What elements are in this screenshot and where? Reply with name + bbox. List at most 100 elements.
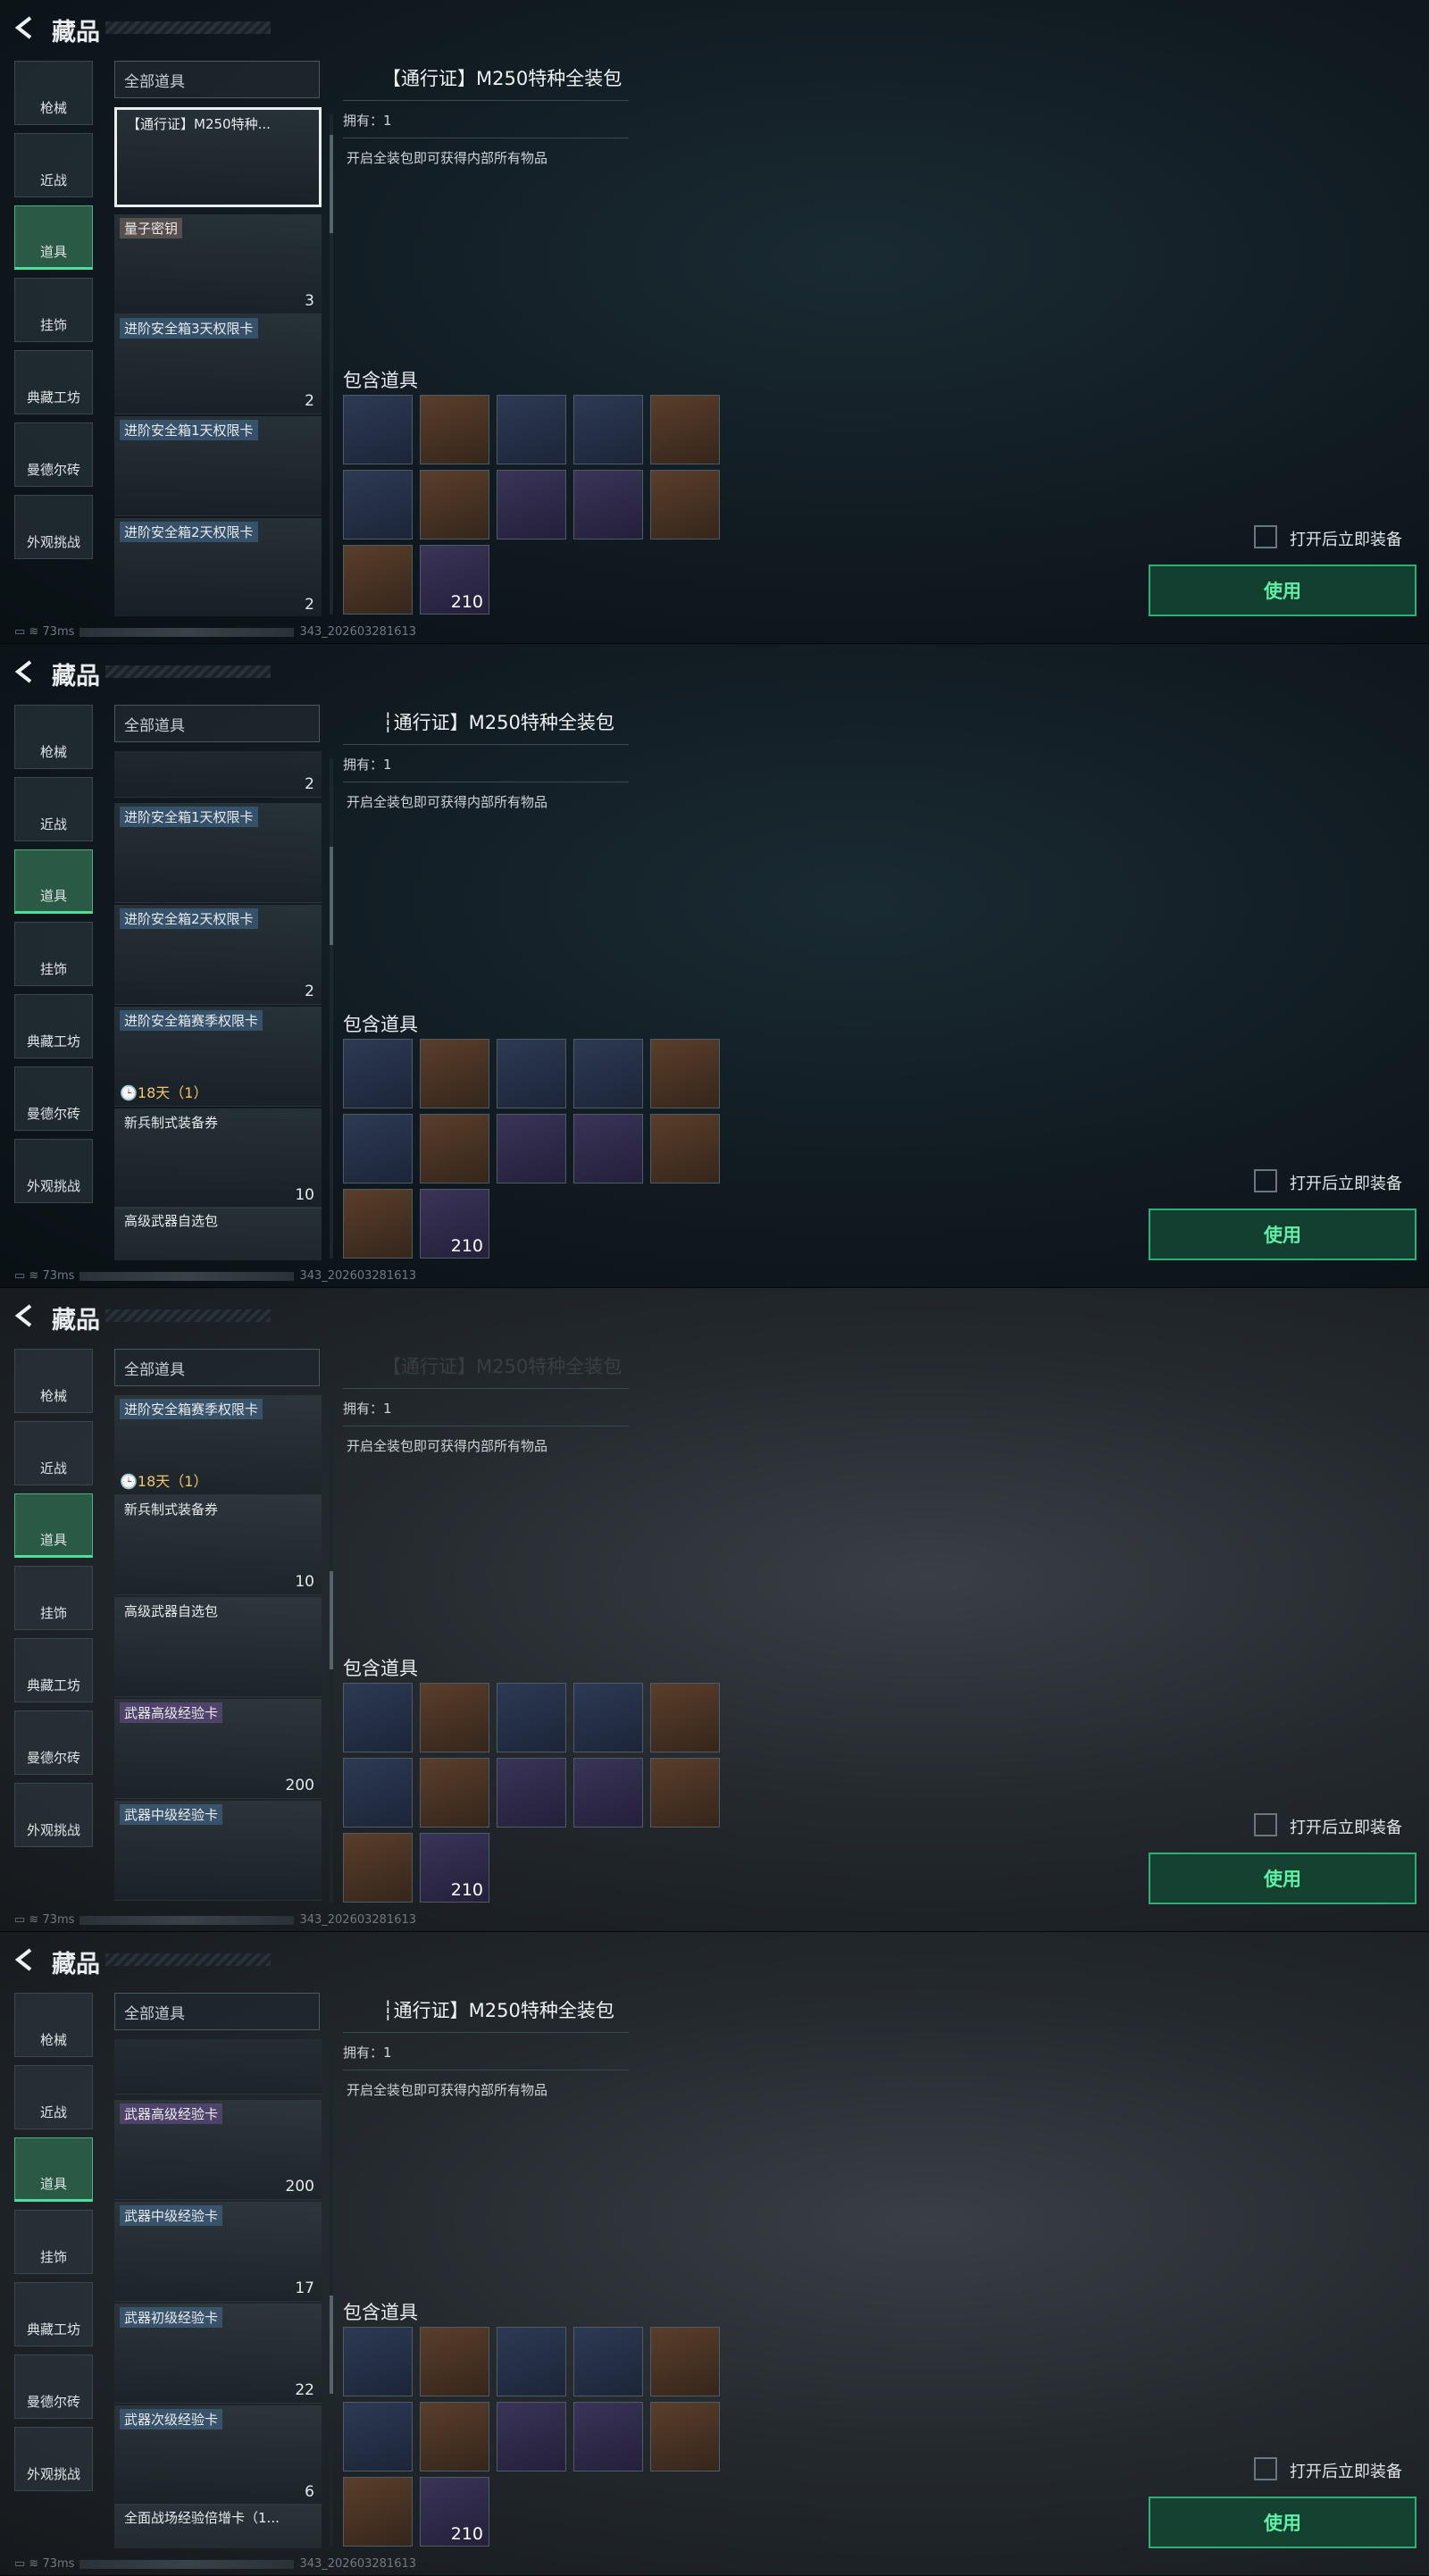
category-tab[interactable]: 外观挑战 (14, 2427, 93, 2491)
use-button[interactable]: 使用 (1149, 1853, 1416, 1904)
included-item[interactable] (420, 470, 489, 539)
included-item[interactable] (573, 395, 643, 464)
list-item[interactable]: 进阶安全箱赛季权限卡 🕒18天（1） (114, 1395, 322, 1495)
back-button[interactable] (13, 1302, 39, 1329)
included-item[interactable]: 210 (420, 1189, 489, 1259)
included-item[interactable] (650, 1758, 720, 1827)
list-item[interactable]: 高级武器自选包 (114, 1207, 322, 1260)
filter-dropdown[interactable]: 全部道具 (114, 1993, 320, 2030)
included-item[interactable] (343, 395, 413, 464)
category-tab[interactable]: 挂饰 (14, 278, 93, 342)
included-item[interactable] (650, 395, 720, 464)
included-item[interactable] (497, 395, 566, 464)
category-tab[interactable]: 外观挑战 (14, 495, 93, 559)
list-item[interactable]: 进阶安全箱1天权限卡 (114, 803, 322, 903)
category-tab[interactable]: 典藏工坊 (14, 350, 93, 414)
category-tab[interactable]: 枪械 (14, 61, 93, 125)
list-item[interactable]: 进阶安全箱3天权限卡 2 (114, 314, 322, 414)
included-item[interactable] (497, 1039, 566, 1108)
included-item[interactable] (573, 2327, 643, 2396)
list-item[interactable]: 量子密钥 3 (114, 214, 322, 314)
category-tab[interactable]: 挂饰 (14, 2210, 93, 2274)
category-tab[interactable]: 曼德尔砖 (14, 2354, 93, 2419)
category-tab[interactable]: 典藏工坊 (14, 1638, 93, 1702)
back-button[interactable] (13, 658, 39, 685)
included-item[interactable] (343, 1039, 413, 1108)
included-item[interactable]: 210 (420, 1833, 489, 1903)
included-item[interactable] (343, 470, 413, 539)
equip-checkbox[interactable] (1254, 2457, 1277, 2480)
list-item[interactable]: 武器高级经验卡 200 (114, 1699, 322, 1799)
back-button[interactable] (13, 14, 39, 41)
included-item[interactable] (650, 2327, 720, 2396)
category-tab[interactable]: 近战 (14, 1421, 93, 1485)
included-item[interactable]: 210 (420, 2477, 489, 2547)
back-button[interactable] (13, 1946, 39, 1973)
item-list[interactable]: 【通行证】M250特种... 量子密钥 3 进阶安全箱3天权限卡 2 进阶安全箱1天权限卡… (114, 107, 322, 616)
included-item[interactable] (420, 1114, 489, 1183)
included-item[interactable] (343, 1114, 413, 1183)
included-item[interactable] (343, 1683, 413, 1752)
included-item[interactable] (497, 1114, 566, 1183)
item-list[interactable]: 武器高级经验卡 200 武器中级经验卡 17 武器初级经验卡 22 武器次级经验卡 6 全面战场… (114, 2039, 322, 2548)
included-item[interactable] (650, 1683, 720, 1752)
equip-checkbox[interactable] (1254, 1813, 1277, 1836)
list-item[interactable]: 武器高级经验卡 200 (114, 2100, 322, 2200)
equip-checkbox[interactable] (1254, 525, 1277, 548)
included-item[interactable] (497, 470, 566, 539)
included-item[interactable] (650, 1039, 720, 1108)
category-tab[interactable]: 枪械 (14, 1349, 93, 1413)
list-item[interactable]: 进阶安全箱2天权限卡 2 (114, 518, 322, 616)
scrollbar-thumb[interactable] (330, 2296, 333, 2394)
included-item[interactable] (650, 2402, 720, 2471)
list-item[interactable]: 【通行证】M250特种... (114, 107, 322, 207)
list-item[interactable]: 武器次级经验卡 6 (114, 2405, 322, 2505)
list-scrollbar[interactable] (330, 2046, 333, 2547)
list-scrollbar[interactable] (330, 1402, 333, 1903)
included-item[interactable] (420, 1039, 489, 1108)
category-tab[interactable]: 道具 (14, 1493, 93, 1558)
category-tab[interactable]: 外观挑战 (14, 1139, 93, 1203)
scrollbar-thumb[interactable] (330, 847, 333, 945)
included-item[interactable] (420, 1758, 489, 1827)
use-button[interactable]: 使用 (1149, 2497, 1416, 2548)
list-item[interactable]: 2 (114, 751, 322, 798)
included-item[interactable] (573, 1758, 643, 1827)
list-item[interactable] (114, 2039, 322, 2095)
equip-checkbox[interactable] (1254, 1169, 1277, 1192)
list-scrollbar[interactable] (330, 114, 333, 615)
included-item[interactable] (420, 1683, 489, 1752)
category-tab[interactable]: 典藏工坊 (14, 994, 93, 1058)
category-tab[interactable]: 曼德尔砖 (14, 1066, 93, 1131)
filter-dropdown[interactable]: 全部道具 (114, 1349, 320, 1386)
included-item[interactable] (497, 1758, 566, 1827)
included-item[interactable] (573, 1683, 643, 1752)
included-item[interactable] (343, 545, 413, 615)
included-item[interactable] (650, 1114, 720, 1183)
scrollbar-thumb[interactable] (330, 135, 333, 233)
filter-dropdown[interactable]: 全部道具 (114, 705, 320, 742)
list-item[interactable]: 全面战场经验倍增卡（1... (114, 2504, 322, 2548)
scrollbar-thumb[interactable] (330, 1571, 333, 1669)
category-tab[interactable]: 挂饰 (14, 1566, 93, 1630)
category-tab[interactable]: 近战 (14, 133, 93, 197)
included-item[interactable] (343, 2477, 413, 2547)
category-tab[interactable]: 道具 (14, 205, 93, 270)
included-item[interactable] (573, 1114, 643, 1183)
included-item[interactable]: 210 (420, 545, 489, 615)
list-item[interactable]: 新兵制式装备券 10 (114, 1495, 322, 1595)
included-item[interactable] (497, 2327, 566, 2396)
category-tab[interactable]: 道具 (14, 849, 93, 914)
included-item[interactable] (343, 1758, 413, 1827)
included-item[interactable] (420, 395, 489, 464)
category-tab[interactable]: 典藏工坊 (14, 2282, 93, 2346)
list-item[interactable]: 进阶安全箱2天权限卡 2 (114, 905, 322, 1005)
item-list[interactable]: 2 进阶安全箱1天权限卡 进阶安全箱2天权限卡 2 进阶安全箱赛季权限卡 🕒18天（1） 新… (114, 751, 322, 1260)
included-item[interactable] (343, 2402, 413, 2471)
included-item[interactable] (420, 2402, 489, 2471)
list-item[interactable]: 进阶安全箱赛季权限卡 🕒18天（1） (114, 1007, 322, 1107)
list-item[interactable]: 武器初级经验卡 22 (114, 2304, 322, 2404)
included-item[interactable] (497, 1683, 566, 1752)
included-item[interactable] (573, 470, 643, 539)
category-tab[interactable]: 近战 (14, 2065, 93, 2129)
